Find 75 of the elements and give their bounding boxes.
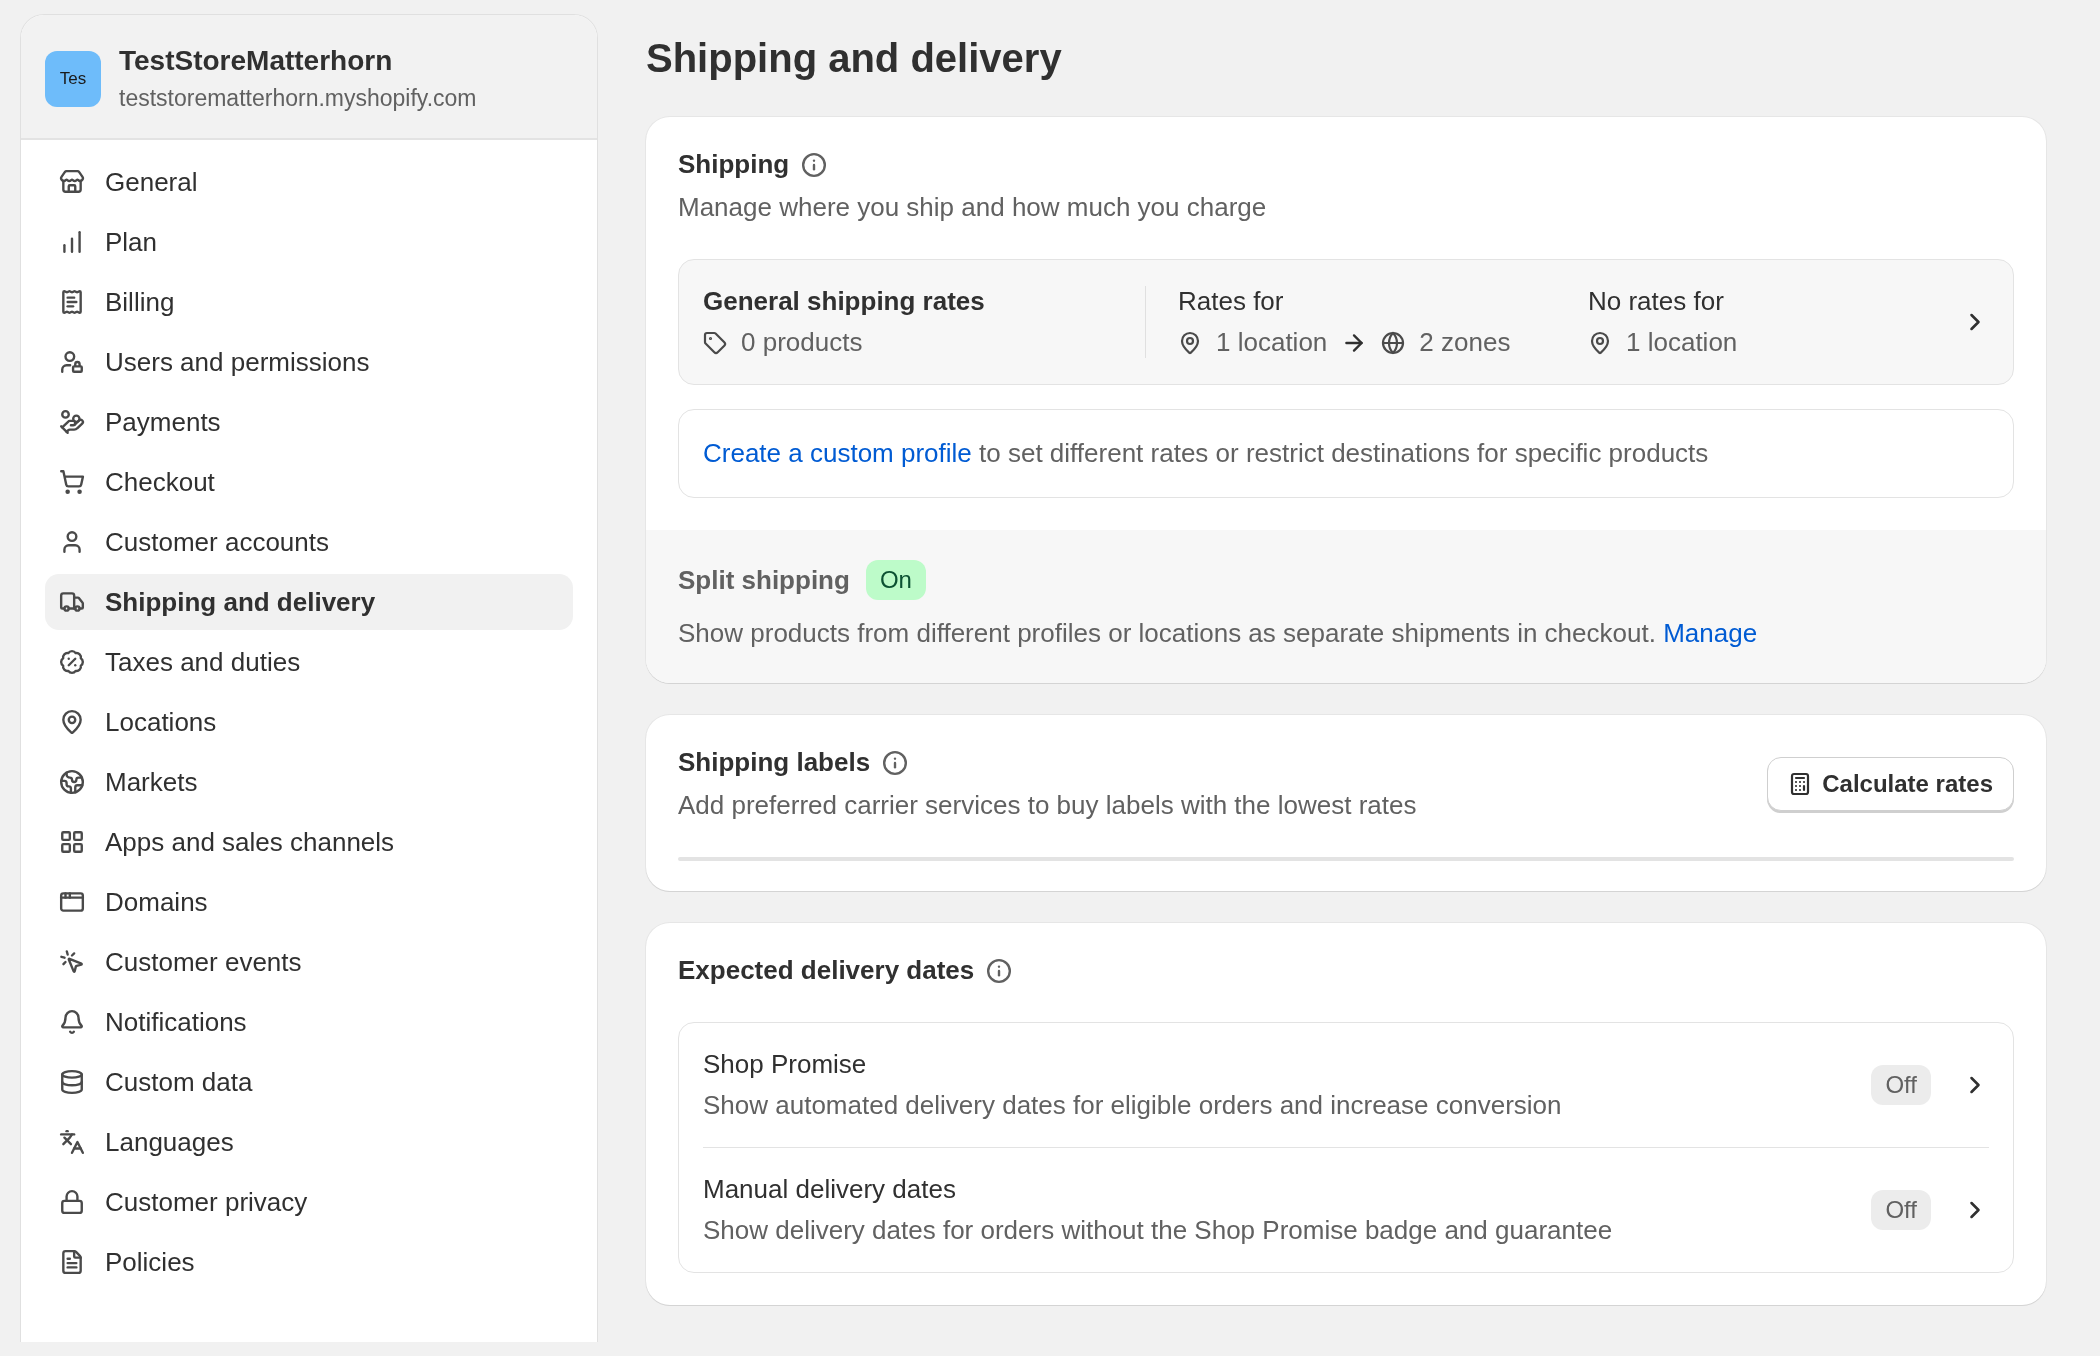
info-icon: [801, 151, 828, 178]
database-icon: [59, 1069, 85, 1095]
sidebar-item[interactable]: General: [45, 154, 573, 210]
pointer-click-icon: [59, 949, 85, 975]
option-title: Manual delivery dates: [703, 1174, 957, 1205]
sidebar-item[interactable]: Custom data: [45, 1054, 573, 1110]
sidebar-item[interactable]: Plan: [45, 214, 573, 270]
user-lock-icon: [59, 349, 85, 375]
languages-icon: [59, 1129, 85, 1155]
percent-badge-icon: [59, 649, 85, 675]
map-pin-icon: [1588, 330, 1612, 355]
grid-icon: [59, 829, 85, 855]
products-count: 0 products: [741, 327, 863, 358]
status-badge: Off: [1871, 1065, 1931, 1105]
truck-icon: [59, 589, 85, 615]
tag-icon: [703, 330, 727, 355]
sidebar-item[interactable]: Checkout: [45, 454, 573, 510]
sidebar-item[interactable]: Markets: [45, 754, 573, 810]
globe-icon: [59, 769, 85, 795]
split-shipping-title: Split shipping: [678, 564, 850, 596]
card-title: Shipping: [678, 149, 790, 180]
card-title: Shipping labels: [678, 747, 871, 778]
split-shipping-description: Show products from different profiles or locations as separate shipments in checkout. Manage: [678, 618, 1759, 649]
store-name: TestStoreMatterhorn: [119, 45, 394, 77]
sidebar-item[interactable]: Shipping and delivery: [45, 574, 573, 630]
sidebar-item[interactable]: Customer events: [45, 934, 573, 990]
sidebar-item[interactable]: Policies: [45, 1234, 573, 1290]
info-icon: [882, 749, 909, 776]
map-pin-icon: [59, 709, 85, 735]
globe-icon: [1381, 330, 1406, 355]
store-avatar: Tes: [45, 50, 101, 107]
option-title: Shop Promise: [703, 1049, 868, 1080]
sidebar-item[interactable]: Locations: [45, 694, 573, 750]
option-description: Show delivery dates for orders without the Shop Promise badge and guarantee: [703, 1215, 1614, 1246]
create-profile-link[interactable]: Create a custom profile: [703, 438, 972, 468]
location-count: 1 location: [1216, 327, 1328, 358]
calculate-rates-button[interactable]: Calculate rates: [1767, 757, 2014, 811]
status-badge: On: [865, 560, 926, 600]
page-title: Shipping and delivery: [646, 36, 1063, 81]
card-description: Manage where you ship and how much you charge: [678, 192, 1268, 223]
status-badge: Off: [1871, 1190, 1931, 1230]
location-count: 1 location: [1626, 327, 1738, 358]
info-icon: [986, 957, 1013, 984]
manage-link[interactable]: Manage: [1663, 618, 1758, 648]
delivery-option-row[interactable]: Manual delivery dates Show delivery dates for orders without the Shop Promise badge and guarantee Off: [703, 1147, 1989, 1272]
sidebar-item[interactable]: Languages: [45, 1114, 573, 1170]
card-description: Add preferred carrier services to buy labels with the lowest rates: [678, 790, 1418, 821]
map-pin-icon: [1178, 330, 1202, 355]
delivery-option-row[interactable]: Shop Promise Show automated delivery dates for eligible orders and increase conversion Off: [703, 1023, 1989, 1147]
sidebar-item[interactable]: Domains: [45, 874, 573, 930]
shipping-profile-row[interactable]: General shipping rates 0 products Rates for 1 location 2 zones No rates for 1 location: [678, 259, 2014, 385]
bell-icon: [59, 1009, 85, 1035]
option-description: Show automated delivery dates for eligible orders and increase conversion: [703, 1090, 1563, 1121]
store-icon: [59, 169, 85, 195]
rates-label: Rates for: [1178, 286, 1285, 317]
custom-profile-note: Create a custom profile to set different rates or restrict destinations for specific products: [678, 409, 2014, 498]
window-icon: [59, 889, 85, 915]
sidebar-item[interactable]: Payments: [45, 394, 573, 450]
sidebar-item[interactable]: Taxes and duties: [45, 634, 573, 690]
lock-icon: [59, 1189, 85, 1215]
receipt-icon: [59, 289, 85, 315]
store-domain: teststorematterhorn.myshopify.com: [119, 85, 477, 112]
sidebar-item[interactable]: Users and permissions: [45, 334, 573, 390]
card-title: Expected delivery dates: [678, 955, 975, 986]
profile-name: General shipping rates: [703, 286, 986, 317]
hand-coins-icon: [59, 409, 85, 435]
cart-icon: [59, 469, 85, 495]
no-rates-label: No rates for: [1588, 286, 1725, 317]
sidebar-item[interactable]: Customer accounts: [45, 514, 573, 570]
document-icon: [59, 1249, 85, 1275]
sidebar-item[interactable]: Apps and sales channels: [45, 814, 573, 870]
sidebar-item[interactable]: Notifications: [45, 994, 573, 1050]
zones-count: 2 zones: [1419, 327, 1511, 358]
sidebar-item[interactable]: Billing: [45, 274, 573, 330]
sidebar-item[interactable]: Customer privacy: [45, 1174, 573, 1230]
